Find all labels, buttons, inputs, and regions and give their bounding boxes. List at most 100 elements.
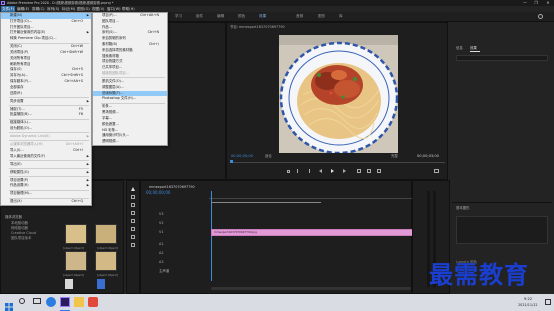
razor-tool-icon[interactable]: [131, 211, 135, 215]
selection-tool-icon[interactable]: [131, 187, 135, 191]
file-menu-item[interactable]: 还原(R): [1, 91, 91, 97]
app-icon[interactable]: [88, 297, 98, 307]
shortcut-label: F6: [78, 112, 83, 117]
extract-icon[interactable]: [367, 169, 371, 173]
playhead-marker-icon[interactable]: [230, 160, 233, 163]
add-marker-icon[interactable]: [287, 170, 290, 173]
quality-dropdown[interactable]: 完整: [391, 154, 398, 158]
timeline-clip[interactable]: mmexport1637070697790.jpg: [211, 229, 413, 236]
file-menu-item-label: 捕捉(T)...: [10, 106, 25, 111]
tools-panel: [126, 180, 140, 294]
clock-time[interactable]: 9:22: [524, 297, 532, 301]
premiere-taskbar-icon[interactable]: [60, 297, 70, 307]
clock-date[interactable]: 2021/11/12: [518, 303, 538, 307]
new-submenu-item-label: 作品...: [102, 24, 113, 29]
file-menu-item[interactable]: 转换 Premiere Clip 项目(C)...: [1, 36, 91, 42]
step-back-icon[interactable]: [319, 169, 322, 173]
tree-item-team[interactable]: 团队项目版本: [11, 236, 31, 240]
browser-icon[interactable]: [46, 297, 56, 307]
essential-graphics-title: 基本图形: [456, 206, 470, 210]
timeline-sequence-tab[interactable]: mmexport1637070697790: [149, 185, 195, 189]
fit-dropdown[interactable]: 适合: [265, 154, 272, 158]
file-menu-item[interactable]: 退出(X) Ctrl+Q: [1, 199, 91, 205]
track-select-tool-icon[interactable]: [131, 195, 135, 199]
task-view-icon[interactable]: [32, 297, 42, 307]
lift-icon[interactable]: [357, 169, 361, 173]
project-item-icon[interactable]: [65, 279, 73, 289]
export-frame-icon[interactable]: [377, 169, 381, 173]
file-menu-item[interactable]: 获取属性(G) ▶: [1, 170, 91, 176]
button-editor-icon[interactable]: [434, 169, 439, 173]
project-item-thumbnail[interactable]: [65, 224, 87, 244]
search-taskbar-icon[interactable]: [18, 297, 28, 307]
ripple-edit-tool-icon[interactable]: [131, 203, 135, 207]
track-v1: V1 mmexport1637070697790.jpg: [141, 229, 413, 236]
track-label: V2: [159, 221, 164, 225]
search-icon[interactable]: [538, 14, 543, 19]
media-browser-label[interactable]: 媒体浏览器: [5, 215, 22, 219]
workspace-learn[interactable]: 学习: [175, 14, 182, 19]
notification-icon[interactable]: [545, 299, 551, 305]
info-tab[interactable]: 信息: [456, 46, 463, 50]
chevron-right-icon: ▶: [86, 161, 89, 166]
work-area-bar[interactable]: [211, 202, 321, 203]
track-label: A2: [159, 251, 164, 255]
workspace-libraries[interactable]: 库: [339, 14, 343, 19]
new-submenu-item[interactable]: Photoshop 文件(H)...: [93, 96, 167, 102]
file-menu-item[interactable]: 项目管理(M)...: [1, 191, 91, 197]
file-menu-item-label: 打开最近使用的内容(E): [10, 30, 46, 35]
file-menu-item[interactable]: 导出(E) ▶: [1, 162, 91, 168]
step-forward-icon[interactable]: [343, 169, 346, 173]
mark-out-icon[interactable]: [307, 169, 310, 173]
new-submenu-item[interactable]: 透明视频...: [93, 139, 167, 145]
file-menu-item[interactable]: 设为脱机(O)...: [1, 126, 91, 132]
timeline-timecode[interactable]: 00;00;00;00: [146, 191, 170, 195]
tree-item-local[interactable]: 本地驱动器: [11, 221, 28, 225]
explorer-icon[interactable]: [74, 297, 84, 307]
program-timecode[interactable]: 00;00;00;00: [231, 154, 253, 158]
tree-item-network[interactable]: 网络驱动器: [11, 226, 28, 230]
workspace-color[interactable]: 颜色: [238, 14, 245, 19]
track-a3: A3: [141, 259, 413, 266]
window-title: Adobe Premiere Pro 2020 - D:\视频\视频剪辑\视频\…: [7, 1, 114, 5]
file-menu-item[interactable]: 同步设置 ▶: [1, 99, 91, 105]
workspace-assembly[interactable]: 组件: [196, 14, 203, 19]
effects-tab[interactable]: 效果: [470, 46, 477, 50]
file-menu-item[interactable]: 导入最近使用的文件(F) ▶: [1, 154, 91, 160]
project-item-thumbnail[interactable]: [95, 224, 117, 244]
file-menu-item-label: 导入最近使用的文件(F): [10, 153, 46, 158]
windows-start-icon[interactable]: [4, 297, 14, 311]
type-tool-icon[interactable]: [131, 243, 135, 247]
project-item-thumbnail[interactable]: [95, 251, 117, 271]
new-submenu-item-label: 链接的团队项目...: [102, 70, 129, 75]
project-item-icon[interactable]: [97, 279, 105, 289]
mark-in-icon[interactable]: [297, 169, 300, 173]
slip-tool-icon[interactable]: [131, 219, 135, 223]
file-menu-item[interactable]: 作品设置(R) ▶: [1, 183, 91, 189]
file-menu-item: Adobe Dynamic Link(K) ▶: [1, 134, 91, 140]
project-item-thumbnail[interactable]: [65, 251, 87, 271]
file-menu-item[interactable]: 批量捕捉(B)... F6: [1, 112, 91, 118]
new-submenu-item-label: 项目(P)...: [102, 13, 117, 17]
effects-search-box[interactable]: [456, 55, 548, 61]
track-master: 主声道: [141, 268, 413, 275]
file-menu-item-label: 获取属性(G): [10, 169, 29, 174]
tree-item-cc[interactable]: Creative Cloud: [11, 231, 36, 235]
track-label: A1: [159, 242, 164, 246]
essential-graphics-browse-box[interactable]: [456, 216, 548, 244]
time-ruler[interactable]: [209, 191, 413, 199]
workspace-audio[interactable]: 音频: [296, 14, 303, 19]
chevron-right-icon: ▶: [86, 153, 89, 158]
timeline-scrollbar[interactable]: [211, 287, 411, 290]
play-icon[interactable]: [331, 169, 334, 173]
workspace-graphics[interactable]: 图形: [318, 14, 325, 19]
file-menu-item-label: 导出(E): [10, 161, 22, 166]
pen-tool-icon[interactable]: [131, 227, 135, 231]
workspace-effects[interactable]: 效果: [259, 14, 266, 19]
track-v2: V2: [141, 220, 413, 227]
hand-tool-icon[interactable]: [131, 235, 135, 239]
track-label: V1: [159, 230, 164, 234]
workspace-editing[interactable]: 编辑: [217, 14, 224, 19]
playhead-scrubber[interactable]: [231, 161, 445, 163]
file-menu-item-label: 另存为(A)...: [10, 73, 29, 78]
